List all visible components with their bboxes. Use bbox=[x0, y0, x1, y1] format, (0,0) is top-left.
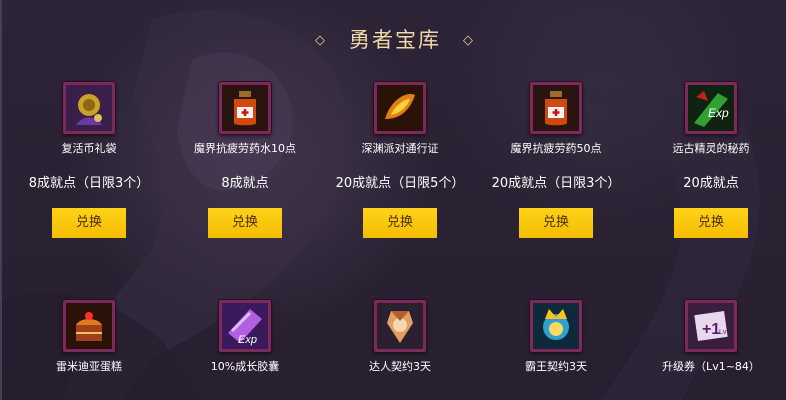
exchange-button[interactable]: 兑换 bbox=[52, 208, 126, 238]
fatigue-potion-icon[interactable] bbox=[530, 82, 582, 134]
item-price: 8成就点（日限3个） bbox=[28, 176, 150, 191]
shop-item: 魔界抗疲劳药水10点 8成就点 兑换 bbox=[170, 82, 320, 238]
item-name: 复活币礼袋 bbox=[61, 142, 117, 155]
svg-text:Exp: Exp bbox=[708, 106, 729, 120]
item-name: 魔界抗疲劳药水10点 bbox=[194, 142, 296, 155]
item-price: 8成就点 bbox=[221, 176, 269, 191]
treasure-panel: ◇ 勇者宝库 ◇ 复活币礼袋 8成就点（日限3个） 兑换 魔界抗疲劳药水10点 8成… bbox=[0, 0, 786, 400]
exchange-button[interactable]: 兑换 bbox=[519, 208, 593, 238]
item-name: 远古精灵的秘药 bbox=[672, 142, 750, 155]
exchange-button[interactable]: 兑换 bbox=[674, 208, 748, 238]
shop-item: 魔界抗疲劳药50点 20成就点（日限3个） 兑换 bbox=[481, 82, 631, 238]
master-contract-icon[interactable] bbox=[374, 300, 426, 352]
item-price: 20成就点（日限3个） bbox=[491, 176, 621, 191]
exp-potion-icon[interactable]: Exp bbox=[685, 82, 737, 134]
shop-item: 雷米迪亚蛋糕 bbox=[14, 300, 164, 374]
item-name: 魔界抗疲劳药50点 bbox=[510, 142, 602, 155]
shop-item: 达人契约3天 bbox=[325, 300, 475, 374]
svg-text:+1: +1 bbox=[702, 321, 720, 338]
shop-item: 深渊派对通行证 20成就点（日限5个） 兑换 bbox=[325, 82, 475, 238]
item-price: 20成就点 bbox=[683, 176, 739, 191]
section-title: ◇ 勇者宝库 ◇ bbox=[2, 24, 786, 54]
overlord-contract-icon[interactable] bbox=[530, 300, 582, 352]
shop-item: +1 Lv 升级券（Lv1~84） bbox=[636, 300, 786, 374]
item-name: 达人契约3天 bbox=[369, 360, 431, 373]
item-name: 10%成长胶囊 bbox=[210, 360, 280, 373]
item-name: 升级券（Lv1~84） bbox=[662, 360, 760, 373]
exchange-button[interactable]: 兑换 bbox=[208, 208, 282, 238]
page-title: 勇者宝库 bbox=[349, 28, 441, 52]
fatigue-potion-icon[interactable] bbox=[219, 82, 271, 134]
exchange-button[interactable]: 兑换 bbox=[363, 208, 437, 238]
shop-item: Exp 远古精灵的秘药 20成就点 兑换 bbox=[636, 82, 786, 238]
diamond-left-icon: ◇ bbox=[315, 33, 327, 48]
shop-item: 霸王契约3天 bbox=[481, 300, 631, 374]
item-name: 深渊派对通行证 bbox=[361, 142, 439, 155]
cake-icon[interactable] bbox=[63, 300, 115, 352]
shop-item: 复活币礼袋 8成就点（日限3个） 兑换 bbox=[14, 82, 164, 238]
svg-text:Lv: Lv bbox=[719, 329, 727, 336]
abyss-pass-icon[interactable] bbox=[374, 82, 426, 134]
item-price: 20成就点（日限5个） bbox=[335, 176, 465, 191]
svg-text:Exp: Exp bbox=[238, 334, 257, 346]
item-name: 霸王契约3天 bbox=[525, 360, 587, 373]
revive-coin-bag-icon[interactable] bbox=[63, 82, 115, 134]
shop-item: Exp 10%成长胶囊 bbox=[170, 300, 320, 374]
level-up-ticket-icon[interactable]: +1 Lv bbox=[685, 300, 737, 352]
diamond-right-icon: ◇ bbox=[463, 33, 475, 48]
exp-capsule-icon[interactable]: Exp bbox=[219, 300, 271, 352]
item-name: 雷米迪亚蛋糕 bbox=[56, 360, 122, 373]
